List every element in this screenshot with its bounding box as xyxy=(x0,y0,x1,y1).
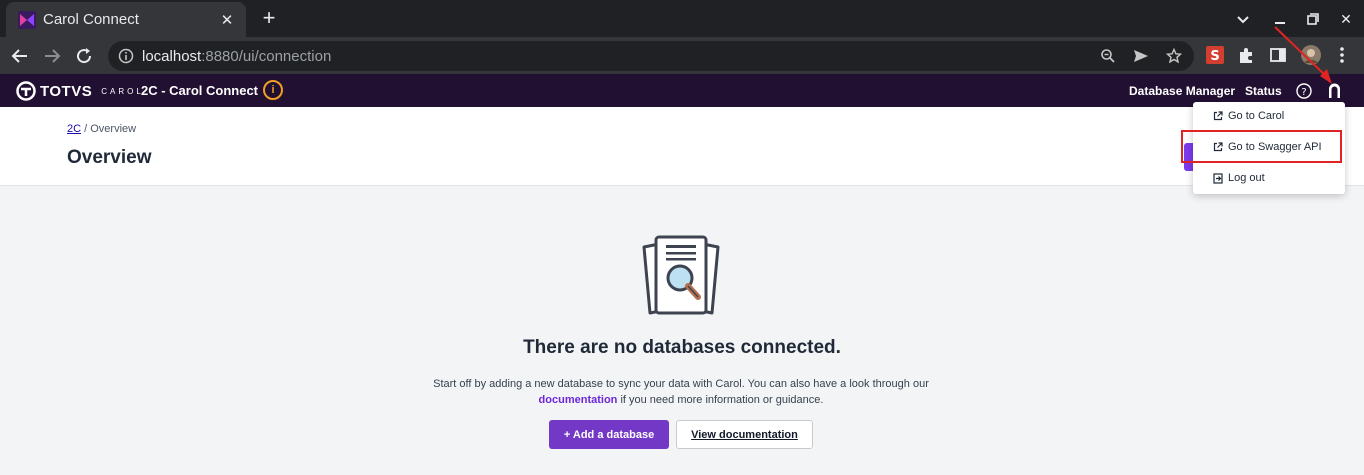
breadcrumb: 2C / Overview xyxy=(67,123,137,135)
extension-s-icon[interactable]: S xyxy=(1204,44,1226,66)
menu-item-log-out[interactable]: Log out xyxy=(1193,167,1345,189)
breadcrumb-current: Overview xyxy=(90,123,137,135)
bookmark-star-icon[interactable] xyxy=(1164,46,1184,66)
browser-toolbar: localhost:8880/ui/connection S xyxy=(0,37,1364,74)
add-database-button[interactable]: + Add a database xyxy=(549,420,669,449)
brand-name: TOTVS xyxy=(40,82,93,100)
highlight-box xyxy=(1181,130,1342,163)
empty-state-title: There are no databases connected. xyxy=(523,337,841,358)
brand-subtitle: CAROL xyxy=(101,86,144,96)
documentation-link[interactable]: documentation xyxy=(539,394,618,406)
carol-favicon-icon xyxy=(18,10,36,29)
totvs-logo-icon xyxy=(16,81,36,101)
nav-database-manager[interactable]: Database Manager xyxy=(1129,84,1235,98)
tab-title: Carol Connect xyxy=(43,11,139,28)
browser-tab[interactable]: Carol Connect ✕ xyxy=(6,2,246,37)
svg-text:S: S xyxy=(1210,49,1219,64)
forward-arrow-icon[interactable] xyxy=(40,44,64,68)
new-tab-button[interactable]: + xyxy=(258,7,280,29)
empty-state-description: Start off by adding a new database to sy… xyxy=(433,378,929,406)
logout-icon xyxy=(1212,172,1223,184)
annotation-arrow xyxy=(1274,26,1332,84)
reload-icon[interactable] xyxy=(72,44,96,68)
tab-close-icon[interactable]: ✕ xyxy=(218,11,236,29)
app-title: 2C - Carol Connect xyxy=(141,83,259,98)
address-bar[interactable]: localhost:8880/ui/connection xyxy=(108,41,1194,71)
app-header: TOTVS CAROL 2C - Carol Connect i Databas… xyxy=(0,74,1364,107)
page-title: Overview xyxy=(67,147,152,168)
zoom-icon[interactable] xyxy=(1098,46,1118,66)
menu-item-go-to-carol[interactable]: Go to Carol xyxy=(1193,105,1345,127)
totvs-logo[interactable]: TOTVS CAROL xyxy=(16,81,144,101)
url-text: localhost:8880/ui/connection xyxy=(142,47,332,65)
extensions-puzzle-icon[interactable] xyxy=(1235,44,1257,66)
empty-documents-illustration xyxy=(642,235,720,315)
page-header: 2C / Overview Overview xyxy=(0,107,1364,186)
site-info-icon[interactable] xyxy=(118,48,134,64)
view-documentation-button[interactable]: View documentation xyxy=(676,420,813,449)
tab-search-icon[interactable] xyxy=(1232,8,1254,30)
back-arrow-icon[interactable] xyxy=(8,44,32,68)
send-icon[interactable] xyxy=(1131,46,1151,66)
info-icon[interactable]: i xyxy=(263,80,283,100)
breadcrumb-root-link[interactable]: 2C xyxy=(67,123,81,135)
browser-tabbar: Carol Connect ✕ + ✕ xyxy=(0,0,1364,37)
external-link-icon xyxy=(1212,111,1223,122)
